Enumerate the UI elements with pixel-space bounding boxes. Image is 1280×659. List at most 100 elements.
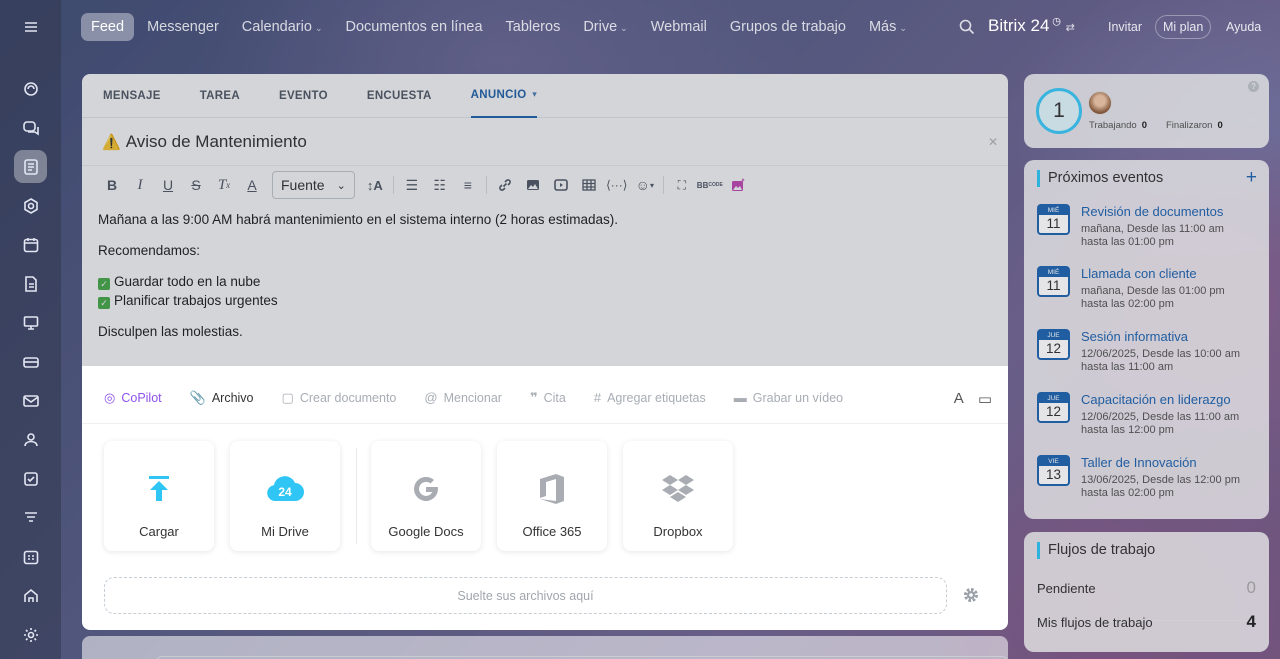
office365-tile[interactable]: Office 365 bbox=[497, 441, 607, 551]
font-select[interactable]: Fuente ⌄ bbox=[272, 171, 355, 199]
video-icon[interactable] bbox=[547, 171, 575, 199]
italic-button[interactable]: I bbox=[126, 171, 154, 199]
schedule-icon[interactable] bbox=[14, 540, 47, 573]
strikethrough-button[interactable]: S bbox=[182, 171, 210, 199]
nav-item-webmail[interactable]: Webmail bbox=[641, 13, 717, 41]
layout-icon[interactable]: ▭ bbox=[978, 390, 992, 408]
nav-item-feed[interactable]: Feed bbox=[81, 13, 135, 41]
chevron-down-icon: ▾ bbox=[529, 89, 538, 99]
code-icon[interactable]: ⟨···⟩ bbox=[603, 171, 631, 199]
font-size-button[interactable]: ↕A bbox=[361, 171, 389, 199]
help-button[interactable]: Ayuda bbox=[1219, 15, 1268, 39]
my-plan-button[interactable]: Mi plan bbox=[1155, 15, 1212, 39]
groups-icon[interactable] bbox=[14, 423, 47, 456]
brand-logo[interactable]: Bitrix 24 ◷ ⇄ bbox=[988, 16, 1075, 36]
clear-format-button[interactable]: Tx bbox=[210, 171, 238, 199]
drive-icon[interactable] bbox=[14, 345, 47, 378]
my-drive-tile[interactable]: 24 Mi Drive bbox=[230, 441, 340, 551]
upload-sources: Cargar 24 Mi Drive Google Docs Office 36… bbox=[104, 441, 749, 551]
archivo-button[interactable]: 📎 Archivo bbox=[190, 390, 254, 406]
menu-icon[interactable] bbox=[14, 10, 47, 43]
switch-icon: ⇄ bbox=[1065, 22, 1075, 34]
tab-mensaje[interactable]: MENSAJE bbox=[103, 74, 161, 118]
event-time-line: hasta las 02:00 pm bbox=[1081, 298, 1174, 310]
emoji-icon[interactable]: ☺ ▾ bbox=[631, 171, 659, 199]
text-color-button[interactable]: A bbox=[238, 171, 266, 199]
bullet-list-icon[interactable]: ☷ bbox=[426, 171, 454, 199]
feed-icon[interactable] bbox=[14, 150, 47, 183]
tab-encuesta[interactable]: ENCUESTA bbox=[367, 74, 432, 118]
event-title[interactable]: Taller de Innovación bbox=[1081, 455, 1197, 470]
pending-row[interactable]: Pendiente 0 bbox=[1037, 578, 1256, 598]
numbered-list-icon[interactable]: ☰ bbox=[398, 171, 426, 199]
nav-item-messenger[interactable]: Messenger bbox=[137, 13, 229, 41]
copilot-button[interactable]: ◎ CoPilot bbox=[104, 390, 162, 406]
text-format-icon[interactable]: A bbox=[954, 390, 964, 408]
nav-item-drive[interactable]: Drive ⌄ bbox=[573, 13, 637, 41]
upload-tile[interactable]: Cargar bbox=[104, 441, 214, 551]
toolbar-divider bbox=[662, 176, 664, 194]
google-docs-tile[interactable]: Google Docs bbox=[371, 441, 481, 551]
board-icon[interactable] bbox=[14, 306, 47, 339]
event-title[interactable]: Llamada con cliente bbox=[1081, 266, 1197, 281]
tab-tarea[interactable]: TAREA bbox=[200, 74, 240, 118]
mention-button[interactable]: @ Mencionar bbox=[424, 390, 502, 405]
tags-button[interactable]: # Agregar etiquetas bbox=[594, 390, 706, 405]
event-title[interactable]: Capacitación en liderazgo bbox=[1081, 392, 1231, 407]
chevron-down-icon: ⌄ bbox=[899, 23, 907, 33]
record-video-button[interactable]: ▬ Grabar un vídeo bbox=[734, 390, 843, 405]
body-line: Disculpen las molestias. bbox=[98, 324, 243, 339]
add-event-button[interactable]: + bbox=[1246, 167, 1257, 189]
nav-item-documentos-en-línea[interactable]: Documentos en línea bbox=[335, 13, 492, 41]
document-icon[interactable] bbox=[14, 267, 47, 300]
event-title[interactable]: Revisión de documentos bbox=[1081, 204, 1223, 219]
dropbox-tile[interactable]: Dropbox bbox=[623, 441, 733, 551]
copilot-icon[interactable] bbox=[14, 72, 47, 105]
bold-button[interactable]: B bbox=[98, 171, 126, 199]
event-day: 12 bbox=[1045, 404, 1062, 419]
dropbox-icon bbox=[623, 471, 733, 507]
workday-clock[interactable]: 1 bbox=[1036, 88, 1082, 134]
mail-icon[interactable] bbox=[14, 384, 47, 417]
clock-mini-icon: ◷ bbox=[1049, 16, 1061, 28]
close-icon[interactable]: ✕ bbox=[988, 135, 998, 149]
chat-icon[interactable] bbox=[14, 111, 47, 144]
building-icon[interactable] bbox=[14, 579, 47, 612]
bbcode-icon[interactable]: BB CODE bbox=[696, 171, 724, 199]
tab-evento[interactable]: EVENTO bbox=[279, 74, 328, 118]
fullscreen-icon[interactable]: ⛶ bbox=[668, 171, 696, 199]
gear-icon[interactable] bbox=[962, 586, 980, 604]
editor-body[interactable]: Mañana a las 9:00 AM habrá mantenimiento… bbox=[82, 204, 1008, 359]
workflows-card: Flujos de trabajo Pendiente 0 Mis flujos… bbox=[1024, 532, 1269, 652]
announcement-title-row[interactable]: ⚠️ Aviso de Mantenimiento ✕ bbox=[82, 118, 1008, 166]
search-icon[interactable] bbox=[958, 18, 976, 36]
link-icon[interactable] bbox=[491, 171, 519, 199]
tasks-icon[interactable] bbox=[14, 462, 47, 495]
tab-anuncio[interactable]: ANUNCIO ▾ bbox=[470, 74, 538, 118]
announcement-title[interactable]: Aviso de Mantenimiento bbox=[126, 132, 307, 152]
table-icon[interactable] bbox=[575, 171, 603, 199]
my-workflows-label: Mis flujos de trabajo bbox=[1037, 614, 1153, 630]
ai-image-icon[interactable] bbox=[724, 171, 752, 199]
finished-stat: Finalizaron 0 bbox=[1166, 120, 1223, 131]
my-workflows-row[interactable]: Mis flujos de trabajo 4 bbox=[1037, 612, 1256, 632]
calendar-icon[interactable] bbox=[14, 228, 47, 261]
hexagon-icon[interactable] bbox=[14, 189, 47, 222]
avatar[interactable] bbox=[1088, 91, 1112, 115]
nav-item-grupos-de-trabajo[interactable]: Grupos de trabajo bbox=[720, 13, 856, 41]
create-document-button[interactable]: ▢ Crear documento bbox=[282, 390, 397, 406]
help-icon[interactable]: ? bbox=[1248, 81, 1259, 92]
align-icon[interactable]: ≡ bbox=[454, 171, 482, 199]
file-dropzone[interactable]: Suelte sus archivos aquí bbox=[104, 577, 947, 614]
nav-item-tableros[interactable]: Tableros bbox=[496, 13, 571, 41]
settings-icon[interactable] bbox=[14, 618, 47, 651]
image-icon[interactable] bbox=[519, 171, 547, 199]
filter-icon[interactable] bbox=[14, 501, 47, 534]
nav-item-más[interactable]: Más ⌄ bbox=[859, 13, 917, 41]
underline-button[interactable]: U bbox=[154, 171, 182, 199]
calendar-date-icon: VIE 13 bbox=[1037, 455, 1070, 486]
invite-button[interactable]: Invitar bbox=[1101, 15, 1149, 39]
event-title[interactable]: Sesión informativa bbox=[1081, 329, 1188, 344]
quote-button[interactable]: ❞ Cita bbox=[530, 390, 566, 406]
nav-item-calendario[interactable]: Calendario ⌄ bbox=[232, 13, 333, 41]
